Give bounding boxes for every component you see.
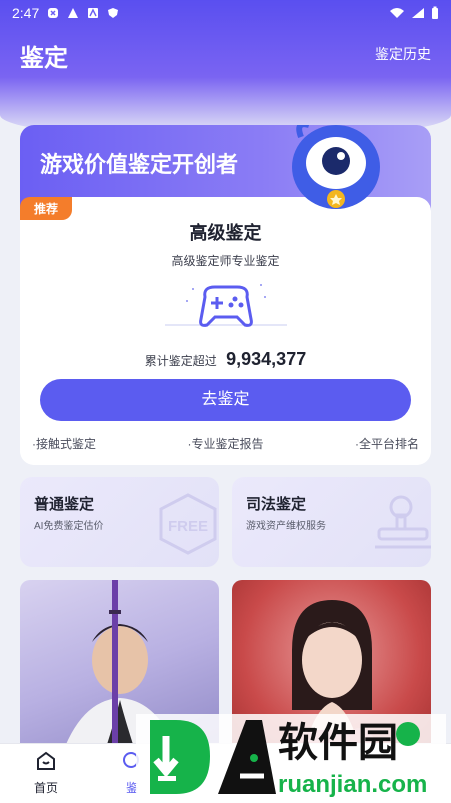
blue-monster-mascot-icon xyxy=(292,125,380,209)
status-bar: 2:47 xyxy=(0,0,451,26)
basic-appraisal-card[interactable]: 普通鉴定 AI免费鉴定估价 FREE xyxy=(20,477,219,567)
wifi-icon xyxy=(390,8,404,18)
nav-home-label: 首页 xyxy=(33,781,58,795)
feature-item: ·接触式鉴定 xyxy=(32,437,96,451)
premium-appraisal-title: 高级鉴定 xyxy=(189,223,262,243)
basic-appraisal-subtitle: AI免费鉴定估价 xyxy=(34,521,104,532)
basic-appraisal-title: 普通鉴定 xyxy=(34,496,95,513)
nav-home[interactable]: 首页 xyxy=(24,750,68,796)
recommend-badge: 推荐 xyxy=(20,197,73,220)
free-badge-text: FREE xyxy=(168,518,208,535)
judicial-appraisal-card[interactable]: 司法鉴定 游戏资产维权服务 xyxy=(232,477,431,567)
watermark-brand-cn: 软件园 xyxy=(278,720,398,766)
status-time: 2:47 xyxy=(12,5,40,21)
feature-item: ·全平台排名 xyxy=(355,437,419,451)
home-icon xyxy=(37,751,55,770)
premium-appraisal-subtitle: 高级鉴定师专业鉴定 xyxy=(171,254,280,268)
judicial-appraisal-title: 司法鉴定 xyxy=(246,496,307,513)
notification-icon xyxy=(48,8,59,18)
feature-item: ·专业鉴定报告 xyxy=(187,437,264,451)
status-system-icons xyxy=(389,6,439,20)
app-notification-icon xyxy=(88,8,99,18)
stamp-icon xyxy=(375,495,431,549)
history-link[interactable]: 鉴定历史 xyxy=(375,44,431,64)
premium-appraisal-card: 游戏价值鉴定开创者 推荐 高级鉴定 高级鉴定师专业鉴定 累计鉴定超过 9,934… xyxy=(20,125,431,465)
hero-slogan: 游戏价值鉴定开创者 xyxy=(40,152,239,177)
watermark-brand-url: ruanjian.com xyxy=(278,771,427,798)
app-notification-icon xyxy=(68,8,79,18)
page-title: 鉴定 xyxy=(20,45,68,72)
appraisal-count: 累计鉴定超过 9,934,377 xyxy=(20,349,431,370)
judicial-appraisal-subtitle: 游戏资产维权服务 xyxy=(246,521,326,532)
go-appraise-button[interactable]: 去鉴定 xyxy=(40,379,411,421)
shield-icon xyxy=(108,8,119,18)
free-badge-icon: FREE xyxy=(159,493,217,555)
signal-icon xyxy=(412,8,424,18)
status-notification-icons xyxy=(47,7,119,19)
watermark-logo: 软件园 ruanjian.com xyxy=(136,714,446,803)
battery-icon xyxy=(432,6,438,19)
feature-list: ·接触式鉴定 ·专业鉴定报告 ·全平台排名 xyxy=(32,435,419,452)
premium-appraisal-panel: 推荐 高级鉴定 高级鉴定师专业鉴定 累计鉴定超过 9,934,377 去鉴定 ·… xyxy=(20,197,431,465)
gamepad-icon xyxy=(165,284,287,327)
appraisal-count-label: 累计鉴定超过 xyxy=(144,354,217,368)
appraisal-count-value: 9,934,377 xyxy=(226,349,307,369)
